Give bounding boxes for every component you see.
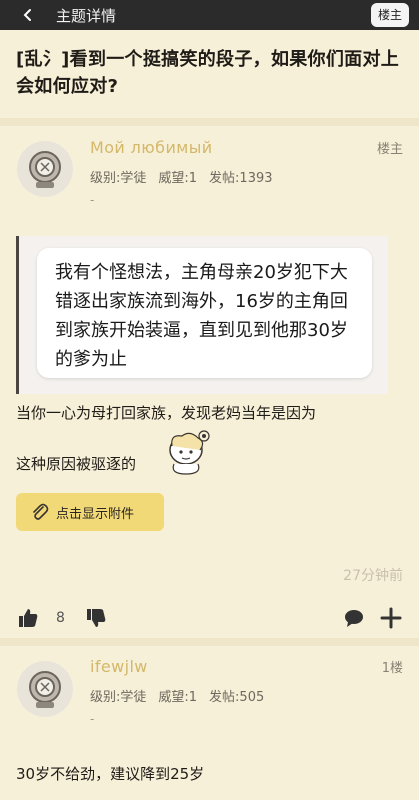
show-attachment-button[interactable]: 点击显示附件 [16, 493, 164, 531]
view-op-only-button[interactable]: 楼主 [370, 3, 409, 27]
user-signature: - [90, 193, 95, 207]
post-text-line-2: 这种原因被驱逐的 [16, 455, 137, 473]
user-meta: 级别:学徒 威望:1 发帖:505 [90, 686, 276, 705]
thumbs-up-icon[interactable] [18, 608, 38, 628]
floor-label: 1楼 [381, 661, 403, 676]
plus-icon[interactable] [380, 607, 402, 629]
divider [0, 118, 419, 126]
username[interactable]: Мой любимый [90, 138, 213, 157]
user-post-count: 发帖:1393 [209, 171, 273, 186]
post-image-text: 我有个怪想法，主角母亲20岁犯下大错逐出家族流到海外，16岁的主角回到家族开始装… [37, 248, 372, 378]
user-meta: 级别:学徒 威望:1 发帖:1393 [90, 167, 285, 186]
floor-label: 楼主 [376, 142, 403, 157]
back-button[interactable] [0, 0, 56, 30]
user-reputation: 威望:1 [158, 171, 198, 186]
post-text: 30岁不给劲，建议降到25岁 [16, 765, 205, 783]
post-image[interactable]: 我有个怪想法，主角母亲20岁犯下大错逐出家族流到海外，16岁的主角回到家族开始装… [16, 236, 388, 394]
user-post-count: 发帖:505 [209, 690, 265, 705]
comment-icon[interactable] [344, 608, 364, 628]
username[interactable]: ifewjlw [90, 657, 148, 676]
post-actions: 8 [0, 600, 419, 636]
paperclip-icon [33, 503, 49, 520]
page-title: 主题详情 [56, 6, 117, 25]
like-count: 8 [56, 610, 65, 626]
thumbs-down-icon[interactable] [86, 608, 106, 628]
user-level: 级别:学徒 [90, 171, 147, 186]
avatar[interactable] [16, 660, 74, 718]
thread-title: [乱氵]看到一个挺搞笑的段子，如果你们面对上会如何应对? [16, 49, 400, 97]
post-text-line-1: 当你一心为母打回家族，发现老妈当年是因为 [16, 404, 317, 422]
top-bar: 主题详情 楼主 [0, 0, 419, 30]
post-time: 27分钟前 [343, 568, 403, 584]
attachment-label: 点击显示附件 [56, 506, 135, 522]
user-reputation: 威望:1 [158, 690, 198, 705]
sticker-emoji [169, 430, 210, 475]
user-signature: - [90, 712, 95, 726]
divider [0, 638, 419, 646]
chevron-left-icon [23, 9, 31, 21]
user-level: 级别:学徒 [90, 690, 147, 705]
avatar[interactable] [16, 140, 74, 198]
